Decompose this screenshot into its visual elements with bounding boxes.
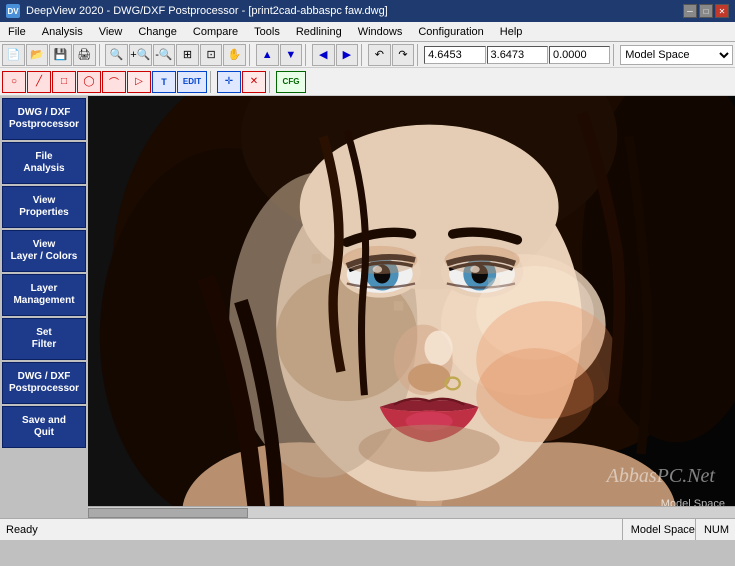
- sidebar-btn-view-properties[interactable]: ViewProperties: [2, 186, 86, 228]
- menu-change[interactable]: Change: [130, 22, 185, 41]
- sep2: [249, 44, 253, 66]
- app-icon: DV: [6, 4, 20, 18]
- status-num: NUM: [695, 519, 729, 540]
- undo-button[interactable]: ↶: [368, 44, 391, 66]
- sidebar-btn-dwg-dxf-bottom[interactable]: DWG / DXFPostprocessor: [2, 362, 86, 404]
- new-button[interactable]: 📄: [2, 44, 25, 66]
- horizontal-scrollbar[interactable]: [88, 506, 735, 518]
- menu-tools[interactable]: Tools: [246, 22, 288, 41]
- main-area: DWG / DXFPostprocessor FileAnalysis View…: [0, 96, 735, 518]
- sep5: [417, 44, 421, 66]
- down-arrow-button[interactable]: ▼: [280, 44, 303, 66]
- sep8: [269, 71, 273, 93]
- status-model-space: Model Space: [622, 519, 695, 540]
- menu-file[interactable]: File: [0, 22, 34, 41]
- sidebar: DWG / DXFPostprocessor FileAnalysis View…: [0, 96, 88, 518]
- scrollbar-thumb[interactable]: [88, 508, 248, 518]
- sidebar-btn-file-analysis[interactable]: FileAnalysis: [2, 142, 86, 184]
- text-tool[interactable]: T: [152, 71, 176, 93]
- arrow-tool[interactable]: ▷: [127, 71, 151, 93]
- pan-button[interactable]: ✋: [223, 44, 246, 66]
- save-button[interactable]: 💾: [49, 44, 72, 66]
- coord-x-field[interactable]: 4.6453: [424, 46, 485, 64]
- close-button[interactable]: ✕: [715, 4, 729, 18]
- menu-help[interactable]: Help: [492, 22, 531, 41]
- menu-view[interactable]: View: [91, 22, 131, 41]
- left-arrow-button[interactable]: ◀: [312, 44, 335, 66]
- sep3: [305, 44, 309, 66]
- window-controls[interactable]: ─ □ ✕: [683, 4, 729, 18]
- arc-tool[interactable]: ⌒: [102, 71, 126, 93]
- window-title: DeepView 2020 - DWG/DXF Postprocessor - …: [26, 5, 683, 17]
- canvas-area[interactable]: AbbasPC.Net Model Space: [88, 96, 735, 518]
- line-tool[interactable]: ╱: [27, 71, 51, 93]
- menu-windows[interactable]: Windows: [350, 22, 411, 41]
- circle-tool[interactable]: ◯: [77, 71, 101, 93]
- coord-z-field[interactable]: 0.0000: [549, 46, 610, 64]
- maximize-button[interactable]: □: [699, 4, 713, 18]
- status-ready-text: Ready: [6, 524, 622, 536]
- sep1: [99, 44, 103, 66]
- sidebar-btn-dwg-dxf-top[interactable]: DWG / DXFPostprocessor: [2, 98, 86, 140]
- sidebar-btn-view-layer-colors[interactable]: ViewLayer / Colors: [2, 230, 86, 272]
- zoom-all-button[interactable]: ⊡: [200, 44, 223, 66]
- coordinate-toolbar: 📄 📂 💾 🖨 🔍 +🔍 -🔍 ⊞ ⊡ ✋ ▲ ▼ ◀ ▶ ↶ ↷ 4.6453…: [0, 42, 735, 68]
- title-bar: DV DeepView 2020 - DWG/DXF Postprocessor…: [0, 0, 735, 22]
- zoom-fit-button[interactable]: ⊞: [176, 44, 199, 66]
- menu-compare[interactable]: Compare: [185, 22, 246, 41]
- model-space-select[interactable]: Model Space Paper Space: [620, 45, 733, 65]
- menu-analysis[interactable]: Analysis: [34, 22, 91, 41]
- status-bar: Ready Model Space NUM: [0, 518, 735, 540]
- menu-bar: File Analysis View Change Compare Tools …: [0, 22, 735, 42]
- sidebar-btn-save-quit[interactable]: Save andQuit: [2, 406, 86, 448]
- menu-configuration[interactable]: Configuration: [410, 22, 491, 41]
- sep4: [361, 44, 365, 66]
- zoom-in-button[interactable]: +🔍: [129, 44, 152, 66]
- rect-tool[interactable]: □: [52, 71, 76, 93]
- coord-y-field[interactable]: 3.6473: [487, 46, 548, 64]
- config-tool[interactable]: CFG: [276, 71, 306, 93]
- move-tool[interactable]: ✛: [217, 71, 241, 93]
- sep6: [613, 44, 617, 66]
- minimize-button[interactable]: ─: [683, 4, 697, 18]
- up-arrow-button[interactable]: ▲: [256, 44, 279, 66]
- redo-button[interactable]: ↷: [392, 44, 415, 66]
- sidebar-btn-layer-management[interactable]: LayerManagement: [2, 274, 86, 316]
- edit-tool[interactable]: EDIT: [177, 71, 207, 93]
- print-button[interactable]: 🖨: [73, 44, 96, 66]
- ellipse-tool[interactable]: ○: [2, 71, 26, 93]
- zoom-window-button[interactable]: 🔍: [105, 44, 128, 66]
- delete-tool[interactable]: ✕: [242, 71, 266, 93]
- sep7: [210, 71, 214, 93]
- right-arrow-button[interactable]: ▶: [336, 44, 359, 66]
- zoom-out-button[interactable]: -🔍: [153, 44, 176, 66]
- drawing-toolbar: ○ ╱ □ ◯ ⌒ ▷ T EDIT ✛ ✕ CFG: [0, 68, 735, 96]
- menu-redlining[interactable]: Redlining: [288, 22, 350, 41]
- sidebar-btn-set-filter[interactable]: SetFilter: [2, 318, 86, 360]
- open-button[interactable]: 📂: [26, 44, 49, 66]
- portrait-svg: [88, 96, 735, 518]
